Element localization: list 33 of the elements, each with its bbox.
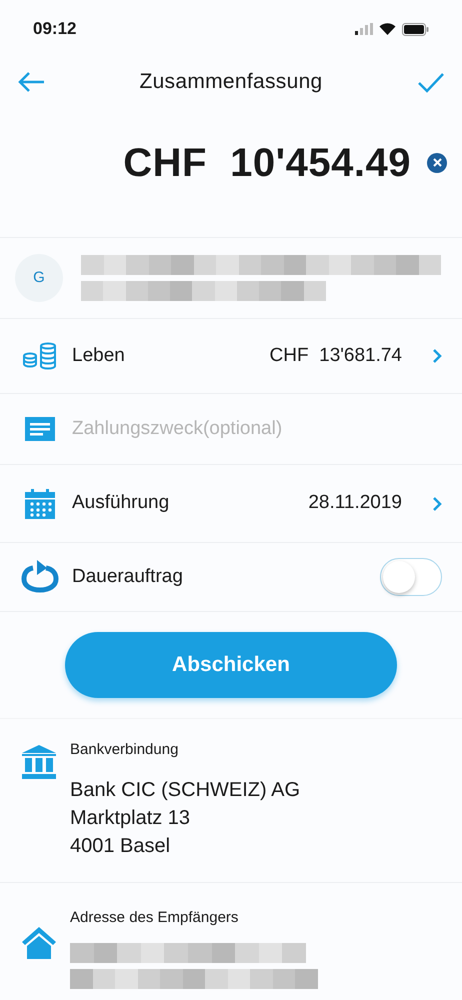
battery-icon xyxy=(402,22,429,36)
calendar-icon xyxy=(25,488,55,518)
row-value: 28.11.2019 xyxy=(308,491,402,516)
coins-icon xyxy=(22,342,58,370)
back-arrow-icon xyxy=(17,71,45,93)
bank-address-line: Bank CIC (SCHWEIZ) AG xyxy=(70,778,300,802)
bank-icon xyxy=(22,745,56,779)
wifi-icon xyxy=(379,23,396,35)
section-heading: Adresse des Empfängers xyxy=(70,908,240,928)
payee-avatar: G xyxy=(15,254,63,302)
chevron-right-icon xyxy=(432,348,442,364)
checkmark-icon xyxy=(417,71,445,93)
signal-icon xyxy=(355,23,373,35)
amount-text: CHF 10'454.49 xyxy=(123,140,411,186)
row-label: Dauerauftrag xyxy=(72,564,183,589)
bank-address-line: Marktplatz 13 xyxy=(70,806,192,830)
purpose-input-field[interactable]: Zahlungszweck(optional) xyxy=(72,414,442,444)
list-item[interactable]: Leben CHF 13'681.74 xyxy=(0,319,462,394)
row-label: Leben xyxy=(72,344,125,368)
section-heading: Bankverbindung xyxy=(70,740,180,760)
clear-button[interactable] xyxy=(427,152,447,172)
chevron-right-icon xyxy=(432,496,442,512)
toggle-switch[interactable] xyxy=(380,558,442,596)
page-title: Zusammenfassung xyxy=(139,69,323,96)
row-label: Ausführung xyxy=(72,491,170,516)
close-icon xyxy=(432,158,442,167)
note-icon xyxy=(25,417,55,441)
repeat-icon xyxy=(21,560,59,594)
house-icon xyxy=(22,926,56,958)
bank-address-line: 4001 Basel xyxy=(70,834,172,858)
row-value: CHF 13'681.74 xyxy=(270,344,402,368)
list-item[interactable]: Ausführung 28.11.2019 xyxy=(0,465,462,543)
status-time: 09:12 xyxy=(33,18,76,40)
